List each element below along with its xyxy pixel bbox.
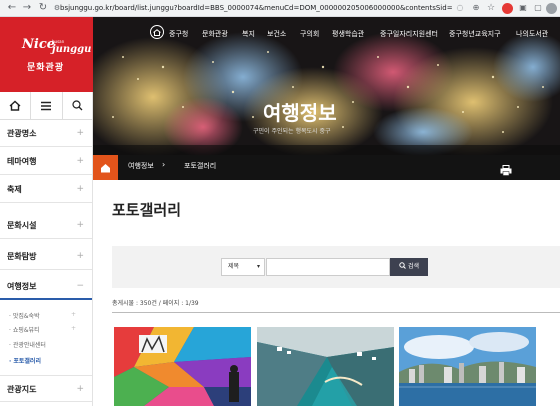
top-nav-item[interactable]: 구의회: [300, 29, 319, 39]
breadcrumb-level1[interactable]: 여행정보: [128, 161, 154, 171]
home-icon: [101, 163, 110, 172]
logo-junggu-text: junggu: [52, 44, 92, 55]
sidebar-toolbar: [0, 92, 93, 120]
sidebar-item-culture-tour[interactable]: 문화탐방 +: [0, 243, 92, 270]
sidebar-item-label: 여행정보: [7, 282, 37, 291]
sub-item-label: 맛집&숙박: [12, 313, 40, 320]
top-nav-item[interactable]: 보건소: [267, 29, 286, 39]
sidebar-sub-photo-gallery[interactable]: · 포토갤러리: [9, 356, 41, 365]
print-icon: [500, 165, 512, 176]
print-button[interactable]: [500, 161, 512, 180]
home-button[interactable]: [0, 92, 32, 119]
hero-title: 여행정보: [263, 101, 337, 125]
sidebar-sub-shopping[interactable]: · 쇼핑&뷰티 +: [9, 325, 76, 334]
collapse-icon: −: [76, 281, 84, 291]
expand-icon: +: [76, 156, 84, 166]
top-nav-item[interactable]: 복지: [242, 29, 255, 39]
top-nav-item[interactable]: 문화관광: [202, 29, 228, 39]
search-button[interactable]: [63, 92, 93, 119]
sidebar-sub-tour-center[interactable]: · 관광안내센터: [9, 340, 46, 349]
gallery-thumbnail[interactable]: [114, 327, 251, 406]
expand-icon: +: [76, 220, 84, 230]
sidebar-item-travel-info[interactable]: 여행정보 −: [0, 273, 92, 300]
city-panorama-photo: [399, 327, 536, 406]
search-input[interactable]: [266, 258, 390, 276]
sub-item-label: 관광안내센터: [12, 342, 46, 349]
forward-icon[interactable]: →: [21, 2, 33, 14]
profile-avatar[interactable]: [546, 3, 557, 14]
sidebar-item-attractions[interactable]: 관광명소 +: [0, 120, 92, 147]
search-field-select[interactable]: 제목 ▾: [221, 258, 265, 276]
logo-nice-text: Nice: [22, 37, 56, 52]
sidebar: Nice busan junggu 문화관광 관광명소 + 테마여행 + 축제 …: [0, 17, 93, 406]
reload-icon[interactable]: ↻: [37, 2, 49, 14]
sidebar-item-label: 테마여행: [7, 157, 37, 166]
sidebar-item-label: 문화시설: [7, 221, 37, 230]
top-nav-item[interactable]: 중구일자리지원센터: [380, 29, 438, 39]
search-icon: [399, 262, 406, 269]
search-icon: [72, 100, 83, 111]
top-nav-item[interactable]: 평생학습관: [332, 29, 364, 39]
hamburger-icon: [41, 101, 52, 110]
search-button-label: 검색: [407, 263, 419, 270]
sidebar-item-label: 관광명소: [7, 129, 37, 138]
gallery-thumbnail[interactable]: [399, 327, 536, 406]
sidebar-sub-food-stay[interactable]: · 맛집&숙박 +: [9, 311, 76, 320]
top-home-button[interactable]: [150, 25, 164, 39]
sub-item-label: 쇼핑&뷰티: [12, 327, 40, 334]
extension-icon[interactable]: [502, 3, 513, 14]
home-icon: [9, 100, 21, 111]
sidebar-item-label: 축제: [7, 185, 22, 194]
sidebar-item-label: 문화탐방: [7, 252, 37, 261]
extensions-puzzle-icon[interactable]: ▣: [517, 2, 529, 14]
site-logo[interactable]: Nice busan junggu 문화관광: [0, 17, 93, 92]
expand-icon: +: [71, 325, 77, 332]
hero-subtitle: 구민이 주인되는 행복도시 중구: [253, 128, 331, 135]
top-nav-item[interactable]: 나의도서관: [516, 29, 548, 39]
search-submit-button[interactable]: 검색: [390, 258, 428, 276]
gallery-thumbnail[interactable]: [257, 327, 394, 406]
back-icon[interactable]: ←: [6, 2, 18, 14]
address-bar[interactable]: bsjunggu.go.kr/board/list.junggu?boardId…: [60, 2, 452, 15]
sidebar-item-label: 관광지도: [7, 385, 37, 394]
select-value: 제목: [228, 263, 240, 270]
sidebar-item-festival[interactable]: 축제 +: [0, 176, 92, 203]
expand-icon: +: [76, 184, 84, 194]
top-nav-item[interactable]: 중구청: [169, 29, 188, 39]
chevron-down-icon: ▾: [256, 263, 260, 270]
sidebar-item-culture-facility[interactable]: 문화시설 +: [0, 212, 92, 239]
menu-button[interactable]: [31, 92, 63, 119]
sidebar-item-theme-travel[interactable]: 테마여행 +: [0, 148, 92, 175]
home-icon: [153, 28, 161, 36]
expand-icon: +: [71, 311, 77, 318]
sidepanel-icon[interactable]: ▢: [532, 2, 544, 14]
zoom-icon[interactable]: ⊕: [470, 2, 482, 14]
result-count: 총게시물 : 350건 / 페이지 : 1/39: [112, 300, 199, 307]
page-title: 포토갤러리: [112, 201, 182, 219]
divider: [112, 312, 560, 313]
sub-item-label: 포토갤러리: [13, 358, 41, 365]
breadcrumb-level2[interactable]: 포토갤러리: [184, 161, 216, 171]
eye-off-icon[interactable]: ◌: [454, 2, 466, 14]
breadcrumb-home-button[interactable]: [93, 155, 118, 180]
sidebar-item-tour-map[interactable]: 관광지도 +: [0, 375, 92, 402]
browser-toolbar: ← → ↻ ⚙ bsjunggu.go.kr/board/list.junggu…: [0, 0, 560, 17]
top-nav-item[interactable]: 중구청년교육지구: [449, 29, 501, 39]
expand-icon: +: [76, 128, 84, 138]
expand-icon: +: [76, 251, 84, 261]
breadcrumb-chevron-icon: ›: [162, 160, 166, 169]
logo-subtitle: 문화관광: [27, 63, 65, 73]
expand-icon: +: [76, 384, 84, 394]
mural-photo: [114, 327, 251, 406]
harbor-aerial-photo: [257, 327, 394, 406]
bookmark-star-icon[interactable]: ☆: [485, 2, 497, 14]
